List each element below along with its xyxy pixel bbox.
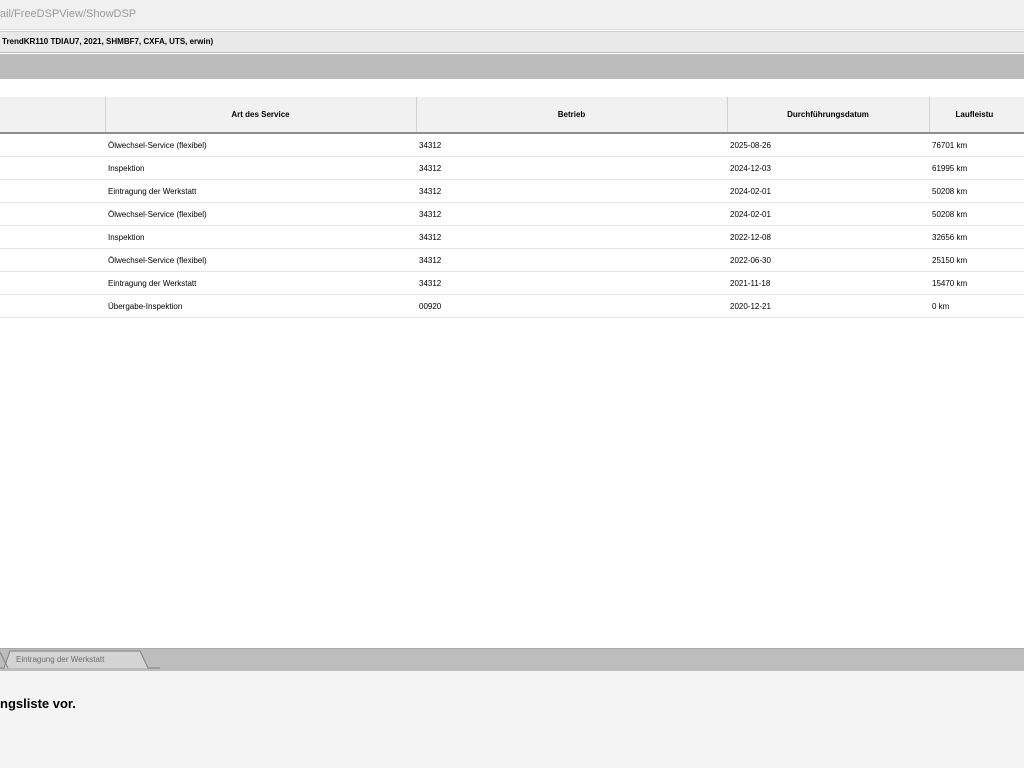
table-cell bbox=[0, 225, 105, 249]
table-cell: 34312 bbox=[416, 179, 727, 203]
table-cell: 2021-11-18 bbox=[727, 271, 929, 295]
table-cell: 0 km bbox=[929, 294, 1024, 318]
column-header-mileage[interactable]: Laufleistu bbox=[928, 97, 1024, 134]
table-cell: 34312 bbox=[416, 156, 727, 180]
column-header-date[interactable]: Durchführungsdatum bbox=[726, 97, 929, 134]
table-cell: 50208 km bbox=[929, 202, 1024, 226]
table-cell: 2024-02-01 bbox=[727, 202, 929, 226]
table-cell: Eintragung der Werkstatt bbox=[105, 179, 416, 203]
table-cell bbox=[0, 294, 105, 318]
table-cell: Ölwechsel-Service (flexibel) bbox=[105, 133, 416, 157]
table-row[interactable]: Ölwechsel-Service (flexibel) 34312 2022-… bbox=[0, 248, 1024, 272]
table-cell: Eintragung der Werkstatt bbox=[105, 271, 416, 295]
table-cell: 2025-08-26 bbox=[727, 133, 929, 157]
table-cell: 15470 km bbox=[929, 271, 1024, 295]
table-cell: 34312 bbox=[416, 202, 727, 226]
column-header-index[interactable] bbox=[0, 97, 105, 134]
table-cell: 2024-02-01 bbox=[727, 179, 929, 203]
table-cell: 2024-12-03 bbox=[727, 156, 929, 180]
table-cell: 50208 km bbox=[929, 179, 1024, 203]
table-cell: 32656 km bbox=[929, 225, 1024, 249]
table-row[interactable]: Ölwechsel-Service (flexibel) 34312 2024-… bbox=[0, 202, 1024, 226]
table-cell bbox=[0, 156, 105, 180]
tab-eintragung-der-werkstatt[interactable]: Eintragung der Werkstatt bbox=[16, 655, 104, 664]
table-cell: 61995 km bbox=[929, 156, 1024, 180]
table-cell: 76701 km bbox=[929, 133, 1024, 157]
table-cell bbox=[0, 179, 105, 203]
table-cell: 34312 bbox=[416, 248, 727, 272]
table-row[interactable]: Ölwechsel-Service (flexibel) 34312 2025-… bbox=[0, 133, 1024, 157]
footer-panel: ngsliste vor. bbox=[0, 671, 1024, 768]
table-cell: 2022-12-08 bbox=[727, 225, 929, 249]
table-cell: Inspektion bbox=[105, 156, 416, 180]
column-header-service-type[interactable]: Art des Service bbox=[104, 97, 416, 134]
table-cell: Ölwechsel-Service (flexibel) bbox=[105, 202, 416, 226]
table-cell: Inspektion bbox=[105, 225, 416, 249]
table-cell: 2020-12-21 bbox=[727, 294, 929, 318]
tab-bar: Eintragung der Werkstatt bbox=[0, 648, 1024, 671]
table-row[interactable]: Inspektion 34312 2022-12-08 32656 km bbox=[0, 225, 1024, 249]
table-cell: 34312 bbox=[416, 271, 727, 295]
table-row[interactable]: Inspektion 34312 2024-12-03 61995 km bbox=[0, 156, 1024, 180]
table-cell: 34312 bbox=[416, 225, 727, 249]
browser-url-bar[interactable]: ail/FreeDSPView/ShowDSP bbox=[0, 0, 1024, 30]
vehicle-info-bar: TrendKR110 TDIAU7, 2021, SHMBF7, CXFA, U… bbox=[0, 31, 1024, 53]
vehicle-info-text: TrendKR110 TDIAU7, 2021, SHMBF7, CXFA, U… bbox=[2, 37, 214, 46]
table-cell: 00920 bbox=[416, 294, 727, 318]
table-header-row: Art des Service Betrieb Durchführungsdat… bbox=[0, 97, 1024, 134]
table-cell: 2022-06-30 bbox=[727, 248, 929, 272]
table-cell: 25150 km bbox=[929, 248, 1024, 272]
status-message: ngsliste vor. bbox=[0, 696, 76, 711]
column-header-company[interactable]: Betrieb bbox=[415, 97, 727, 134]
url-text: ail/FreeDSPView/ShowDSP bbox=[0, 8, 137, 20]
table-cell bbox=[0, 248, 105, 272]
table-cell: 34312 bbox=[416, 133, 727, 157]
table-row[interactable]: Eintragung der Werkstatt 34312 2024-02-0… bbox=[0, 179, 1024, 203]
table-cell bbox=[0, 133, 105, 157]
service-history-table: Art des Service Betrieb Durchführungsdat… bbox=[0, 97, 1024, 318]
section-header-band bbox=[0, 54, 1024, 79]
table-cell bbox=[0, 271, 105, 295]
table-cell: Übergabe-Inspektion bbox=[105, 294, 416, 318]
table-cell bbox=[0, 202, 105, 226]
table-cell: Ölwechsel-Service (flexibel) bbox=[105, 248, 416, 272]
table-row[interactable]: Eintragung der Werkstatt 34312 2021-11-1… bbox=[0, 271, 1024, 295]
table-row[interactable]: Übergabe-Inspektion 00920 2020-12-21 0 k… bbox=[0, 294, 1024, 318]
